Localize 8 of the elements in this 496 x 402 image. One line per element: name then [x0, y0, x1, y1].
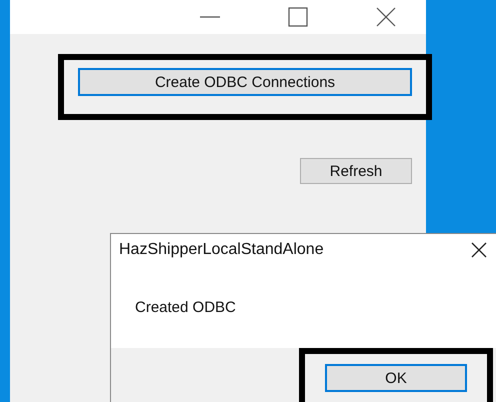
maximize-icon[interactable]: [286, 5, 310, 29]
ok-button[interactable]: OK: [325, 364, 467, 392]
create-connections-button[interactable]: Create ODBC Connections: [78, 68, 412, 96]
refresh-button[interactable]: Refresh: [300, 158, 412, 184]
close-icon[interactable]: [374, 5, 398, 29]
dialog-title: HazShipperLocalStandAlone: [119, 241, 324, 259]
dialog-message: Created ODBC: [135, 298, 236, 316]
close-icon[interactable]: [469, 240, 489, 260]
